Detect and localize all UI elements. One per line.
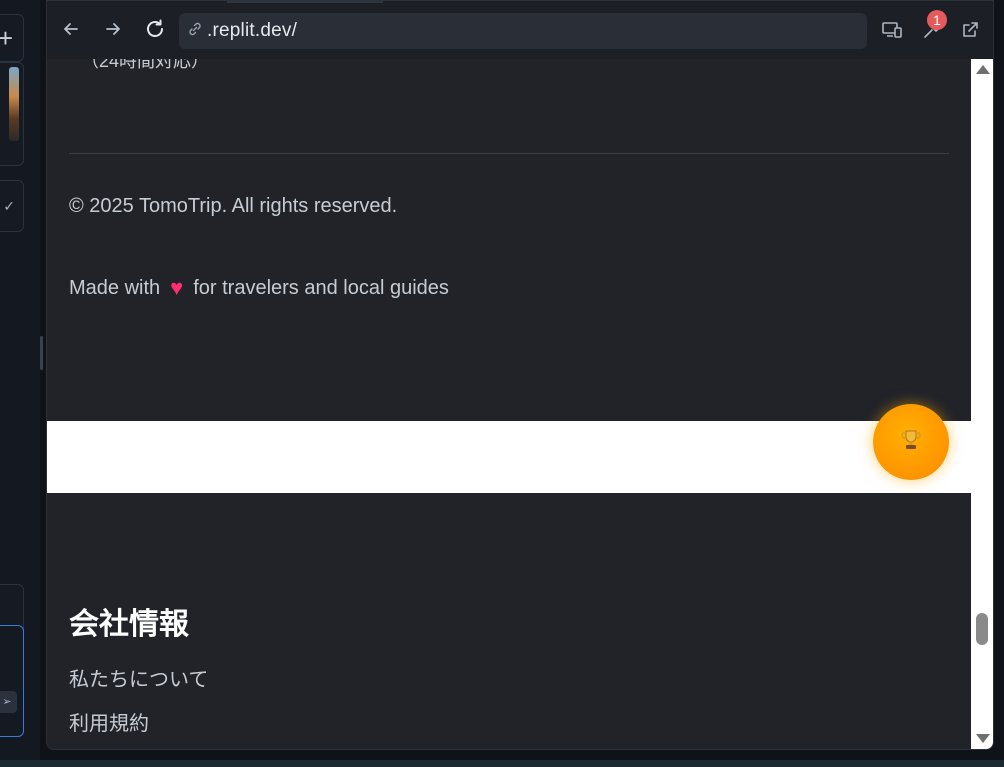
made-with-prefix: Made with (69, 276, 161, 299)
thumbnail-image (9, 67, 19, 141)
chat-input[interactable] (0, 625, 24, 737)
send-icon[interactable]: ➢ (0, 691, 17, 713)
left-side-panel: + ✓ ➢ (0, 0, 40, 767)
link-icon (187, 21, 203, 42)
external-link-icon[interactable] (957, 17, 983, 43)
check-card[interactable]: ✓ (0, 180, 24, 232)
check-icon: ✓ (3, 198, 15, 214)
scrollbar-thumb[interactable] (976, 613, 988, 645)
address-bar[interactable]: .replit.dev/ (179, 13, 867, 49)
trophy-button[interactable] (873, 404, 949, 480)
reload-icon[interactable] (141, 15, 169, 43)
devices-icon[interactable] (879, 17, 905, 43)
browser-toolbar: .replit.dev/ 1 (47, 1, 993, 59)
copyright-text: © 2025 TomoTrip. All rights reserved. (69, 195, 398, 217)
plus-icon: + (0, 23, 13, 53)
made-with-text: Made with ♥ for travelers and local guid… (69, 275, 449, 301)
taskbar-edge (0, 760, 1004, 767)
company-info-heading: 会社情報 (69, 608, 189, 641)
new-item-button[interactable]: + (0, 14, 24, 62)
page-viewport: （24時間対応） © 2025 TomoTrip. All rights res… (47, 59, 971, 749)
vertical-scrollbar[interactable] (971, 59, 993, 749)
trophy-icon (898, 427, 924, 458)
notification-badge: 1 (927, 10, 947, 30)
support-hours-text: （24時間対応） (81, 59, 210, 71)
terms-link[interactable]: 利用規約 (69, 707, 149, 736)
url-text: .replit.dev/ (207, 20, 298, 41)
resize-handle[interactable] (40, 336, 43, 370)
white-section-band (47, 421, 971, 493)
about-us-link[interactable]: 私たちについて (69, 663, 208, 692)
forward-arrow-icon[interactable] (99, 15, 127, 43)
footer-divider (69, 153, 949, 154)
back-arrow-icon[interactable] (57, 15, 85, 43)
scroll-up-icon[interactable] (976, 65, 990, 74)
scroll-down-icon[interactable] (976, 734, 990, 743)
webview-panel: .replit.dev/ 1 （24時間対応） © 2025 TomoTrip.… (46, 0, 994, 750)
thumbnail-card[interactable] (0, 62, 24, 166)
chat-panel: ➢ (0, 584, 24, 737)
heart-icon: ♥ (170, 275, 184, 300)
made-with-suffix: for travelers and local guides (193, 276, 449, 299)
